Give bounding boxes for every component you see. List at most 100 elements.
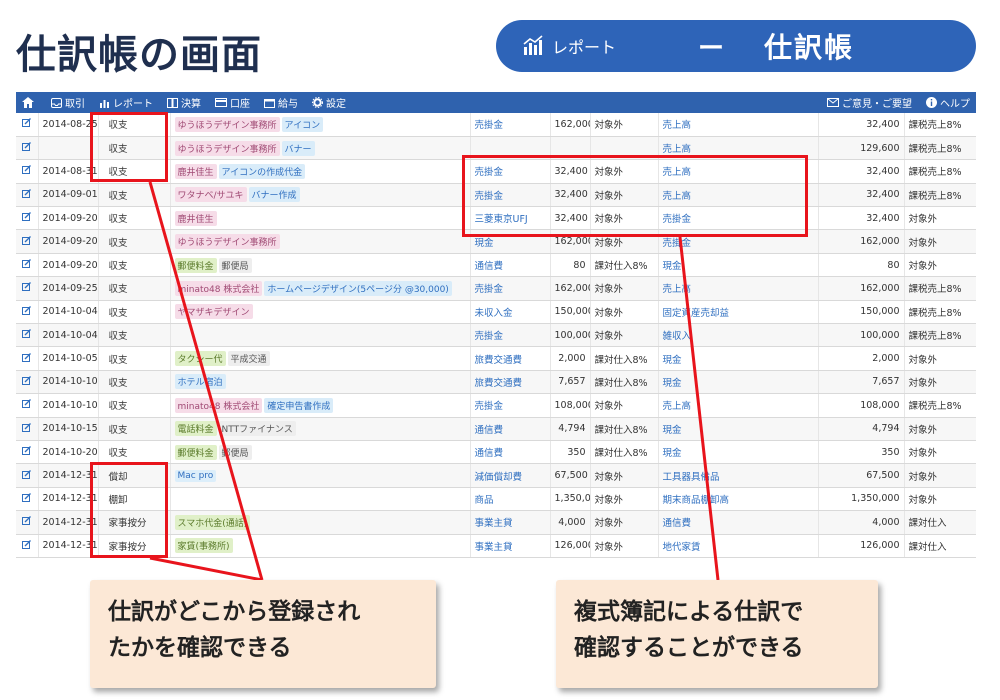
credit-account-cell[interactable]: 売上高: [658, 393, 819, 418]
partner-tag[interactable]: 家賃(事務所): [174, 538, 233, 554]
credit-account-cell[interactable]: 通信費: [658, 510, 819, 535]
item-tag[interactable]: 郵便局: [218, 444, 252, 460]
table-row[interactable]: 2014-09-20 収支 郵便料金 郵便局 通信費 80 課対仕入8% 現金 80 対象外: [16, 253, 976, 278]
edit-cell[interactable]: [16, 417, 39, 441]
debit-account-cell[interactable]: 売掛金: [470, 276, 551, 301]
edit-cell[interactable]: [16, 136, 39, 161]
date-cell: 2014-09-20: [38, 229, 99, 254]
edit-cell[interactable]: [16, 276, 39, 301]
item-tag[interactable]: バナー作成: [248, 187, 300, 203]
nav-payroll[interactable]: 給与: [264, 95, 298, 110]
table-row[interactable]: 2014-09-25 収支 minato48 株式会社 ホームページデザイン(5ページ…: [16, 276, 976, 301]
debit-account-cell[interactable]: 事業主貸: [470, 510, 551, 535]
partner-tag[interactable]: 電話料金: [174, 421, 217, 437]
partner-tag[interactable]: 鹿井佳生: [174, 210, 217, 226]
item-tag[interactable]: 平成交通: [227, 351, 270, 367]
edit-cell[interactable]: [16, 463, 39, 488]
partner-tag[interactable]: 郵便料金: [174, 257, 217, 273]
table-row[interactable]: 2014-10-15 収支 電話料金 NTTファイナンス 通信費 4,794 課対仕入8% 現…: [16, 417, 976, 441]
credit-account-cell[interactable]: 現金: [658, 346, 819, 371]
partner-tag[interactable]: ワタナベ/サユキ: [174, 187, 247, 203]
edit-icon: [22, 282, 32, 292]
edit-cell[interactable]: [16, 534, 39, 558]
partner-tag[interactable]: スマホ代金(通話): [174, 514, 251, 530]
credit-account-cell[interactable]: 現金: [658, 440, 819, 465]
item-tag[interactable]: ホテル宿泊: [174, 374, 226, 390]
edit-cell[interactable]: [16, 253, 39, 278]
table-row[interactable]: 2014-10-04 収支 ヤマザキデザイン 未収入金 150,000 対象外 固定資産売却…: [16, 300, 976, 325]
nav-help[interactable]: ヘルプ: [926, 95, 970, 110]
edit-cell[interactable]: [16, 113, 39, 137]
debit-account-cell[interactable]: 未収入金: [470, 300, 551, 325]
edit-cell[interactable]: [16, 159, 39, 184]
partner-cell: [170, 323, 471, 348]
debit-account-cell[interactable]: 商品: [470, 487, 551, 512]
nav-settings[interactable]: 設定: [312, 95, 346, 110]
nav-closing[interactable]: 決算: [167, 95, 201, 110]
partner-tag[interactable]: ヤマザキデザイン: [174, 304, 253, 320]
partner-tag[interactable]: Mac pro: [174, 469, 217, 482]
edit-cell[interactable]: [16, 510, 39, 535]
credit-amount-cell: 162,000: [818, 229, 905, 254]
debit-account-cell[interactable]: 売掛金: [470, 113, 551, 137]
edit-cell[interactable]: [16, 323, 39, 348]
edit-cell[interactable]: [16, 370, 39, 395]
item-tag[interactable]: アイコン: [281, 116, 324, 132]
edit-icon: [22, 188, 32, 198]
item-tag[interactable]: ホームページデザイン(5ページ分 @30,000): [264, 280, 452, 296]
table-row[interactable]: 2014-10-10 収支 minato48 株式会社 確定申告書作成 売掛金 108,0…: [16, 393, 976, 418]
debit-tax-cell: 対象外: [590, 487, 659, 512]
credit-account-cell[interactable]: 売上高: [658, 113, 819, 137]
debit-account-cell[interactable]: 通信費: [470, 417, 551, 441]
item-tag[interactable]: 確定申告書作成: [264, 397, 334, 413]
nav-transactions[interactable]: 取引: [51, 95, 85, 110]
credit-account-cell[interactable]: 地代家賃: [658, 534, 819, 558]
nav-accounts[interactable]: 口座: [215, 95, 250, 110]
partner-tag[interactable]: 鹿井佳生: [174, 163, 217, 179]
edit-cell[interactable]: [16, 183, 39, 208]
debit-account-cell[interactable]: 通信費: [470, 253, 551, 278]
debit-account-cell[interactable]: 売掛金: [470, 393, 551, 418]
edit-cell[interactable]: [16, 206, 39, 231]
debit-account-cell[interactable]: 事業主貸: [470, 534, 551, 558]
item-tag[interactable]: バナー: [281, 140, 315, 156]
partner-tag[interactable]: 郵便料金: [174, 444, 217, 460]
edit-cell[interactable]: [16, 300, 39, 325]
item-tag[interactable]: 郵便局: [218, 257, 252, 273]
edit-icon: [22, 446, 32, 456]
debit-account-cell[interactable]: 売掛金: [470, 323, 551, 348]
edit-cell[interactable]: [16, 487, 39, 512]
credit-account-cell[interactable]: 現金: [658, 253, 819, 278]
item-tag[interactable]: アイコンの作成代金: [218, 163, 306, 179]
debit-account-cell[interactable]: 旅費交通費: [470, 346, 551, 371]
table-row[interactable]: 2014-10-04 収支 売掛金 100,000 対象外 雑収入 100,000 課税売上8…: [16, 323, 976, 348]
table-row[interactable]: 2014-10-20 収支 郵便料金 郵便局 通信費 350 課対仕入8% 現金 350 対象外: [16, 440, 976, 465]
partner-tag[interactable]: ゆうほうデザイン事務所: [174, 116, 280, 132]
credit-account-cell[interactable]: 現金: [658, 417, 819, 441]
edit-cell[interactable]: [16, 440, 39, 465]
credit-account-cell[interactable]: 売上高: [658, 276, 819, 301]
partner-tag[interactable]: minato48 株式会社: [174, 397, 263, 413]
credit-account-cell[interactable]: 期末商品棚卸高: [658, 487, 819, 512]
edit-cell[interactable]: [16, 229, 39, 254]
edit-cell[interactable]: [16, 393, 39, 418]
debit-account-cell[interactable]: 旅費交通費: [470, 370, 551, 395]
edit-cell[interactable]: [16, 346, 39, 371]
credit-account-cell[interactable]: 雑収入: [658, 323, 819, 348]
item-tag[interactable]: NTTファイナンス: [218, 421, 296, 437]
partner-tag[interactable]: ゆうほうデザイン事務所: [174, 140, 280, 156]
table-row[interactable]: 2014-10-05 収支 タクシー代 平成交通 旅費交通費 2,000 課対仕入8% 現金 2…: [16, 346, 976, 371]
credit-account-cell[interactable]: 工具器具備品: [658, 463, 819, 488]
edit-icon: [22, 352, 32, 362]
debit-account-cell[interactable]: 通信費: [470, 440, 551, 465]
debit-account-cell[interactable]: 減価償却費: [470, 463, 551, 488]
credit-account-cell[interactable]: 現金: [658, 370, 819, 395]
partner-tag[interactable]: minato48 株式会社: [174, 280, 263, 296]
credit-account-cell[interactable]: 固定資産売却益: [658, 300, 819, 325]
nav-reports[interactable]: レポート: [99, 95, 153, 110]
table-row[interactable]: 2014-10-10 収支 ホテル宿泊 旅費交通費 7,657 課対仕入8% 現金 7,657…: [16, 370, 976, 395]
partner-tag[interactable]: ゆうほうデザイン事務所: [174, 234, 280, 250]
partner-tag[interactable]: タクシー代: [174, 351, 226, 367]
home-button[interactable]: [22, 97, 37, 108]
nav-feedback[interactable]: ご意見・ご要望: [827, 95, 912, 110]
